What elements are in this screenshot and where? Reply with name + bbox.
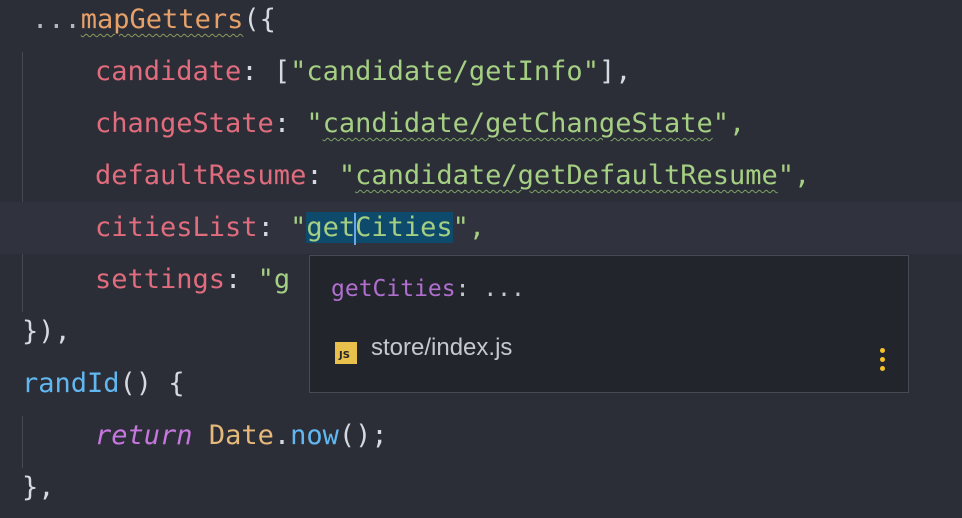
punctuation: : bbox=[225, 264, 242, 295]
code-line[interactable]: return Date.now(); bbox=[0, 410, 962, 462]
string-literal: g bbox=[273, 264, 291, 295]
property-key: candidate bbox=[95, 56, 242, 87]
property-key: citiesList bbox=[95, 212, 258, 243]
string-literal-part: get bbox=[306, 212, 356, 243]
property-key: changeState bbox=[95, 108, 274, 139]
punctuation: : bbox=[306, 160, 323, 191]
string-quote: ", bbox=[777, 160, 811, 191]
string-quote: " bbox=[290, 108, 323, 139]
popup-signature: getCities: ... bbox=[331, 276, 525, 302]
selected-text[interactable]: getCities bbox=[306, 212, 453, 245]
string-literal[interactable]: candidate/getChangeState bbox=[323, 108, 713, 139]
punctuation: }), bbox=[22, 316, 71, 347]
signature-rest: : ... bbox=[455, 276, 525, 302]
method-name: randId bbox=[22, 368, 120, 399]
punctuation: . bbox=[273, 420, 291, 451]
map-getters-call[interactable]: mapGetters bbox=[81, 4, 244, 35]
property-key: defaultResume bbox=[95, 160, 307, 191]
more-options-icon[interactable] bbox=[880, 348, 886, 374]
punctuation: ({ bbox=[243, 4, 276, 35]
string-quote: ", bbox=[712, 108, 746, 139]
code-line[interactable]: }, bbox=[0, 462, 962, 514]
string-quote: " bbox=[273, 212, 307, 243]
method-call: now bbox=[290, 420, 339, 451]
punctuation: : bbox=[241, 56, 258, 87]
class-name: Date bbox=[208, 420, 274, 451]
punctuation: : bbox=[257, 212, 274, 243]
code-line[interactable]: defaultResume: "candidate/getDefaultResu… bbox=[0, 150, 962, 202]
code-line[interactable]: changeState: "candidate/getChangeState", bbox=[0, 98, 962, 150]
string-literal: " bbox=[241, 264, 274, 295]
fold-ellipsis: ... bbox=[32, 4, 81, 35]
punctuation: () { bbox=[119, 368, 185, 399]
punctuation: [ bbox=[257, 56, 291, 87]
string-quote: ", bbox=[452, 212, 486, 243]
keyword: return bbox=[95, 420, 193, 451]
popup-file-path[interactable]: store/index.js bbox=[371, 334, 512, 362]
current-code-line[interactable]: citiesList: "getCities", bbox=[0, 202, 962, 254]
punctuation: }, bbox=[22, 472, 55, 503]
string-literal: "candidate/getInfo" bbox=[290, 56, 599, 87]
hover-popup[interactable]: getCities: ... JS store/index.js bbox=[309, 255, 909, 393]
punctuation: (); bbox=[338, 420, 388, 451]
punctuation: : bbox=[273, 108, 291, 139]
punctuation: ], bbox=[598, 56, 632, 87]
property-key: settings bbox=[95, 264, 226, 295]
code-line[interactable]: candidate: ["candidate/getInfo"], bbox=[0, 46, 962, 98]
string-quote: " bbox=[322, 160, 356, 191]
js-file-icon: JS bbox=[335, 342, 357, 364]
signature-name: getCities bbox=[331, 276, 456, 302]
code-editor[interactable]: ...mapGetters({ candidate: ["candidate/g… bbox=[0, 0, 962, 518]
string-literal-part: Cities bbox=[355, 212, 453, 243]
code-line[interactable]: ...mapGetters({ bbox=[0, 0, 962, 46]
string-literal[interactable]: candidate/getDefaultResume bbox=[355, 160, 778, 191]
